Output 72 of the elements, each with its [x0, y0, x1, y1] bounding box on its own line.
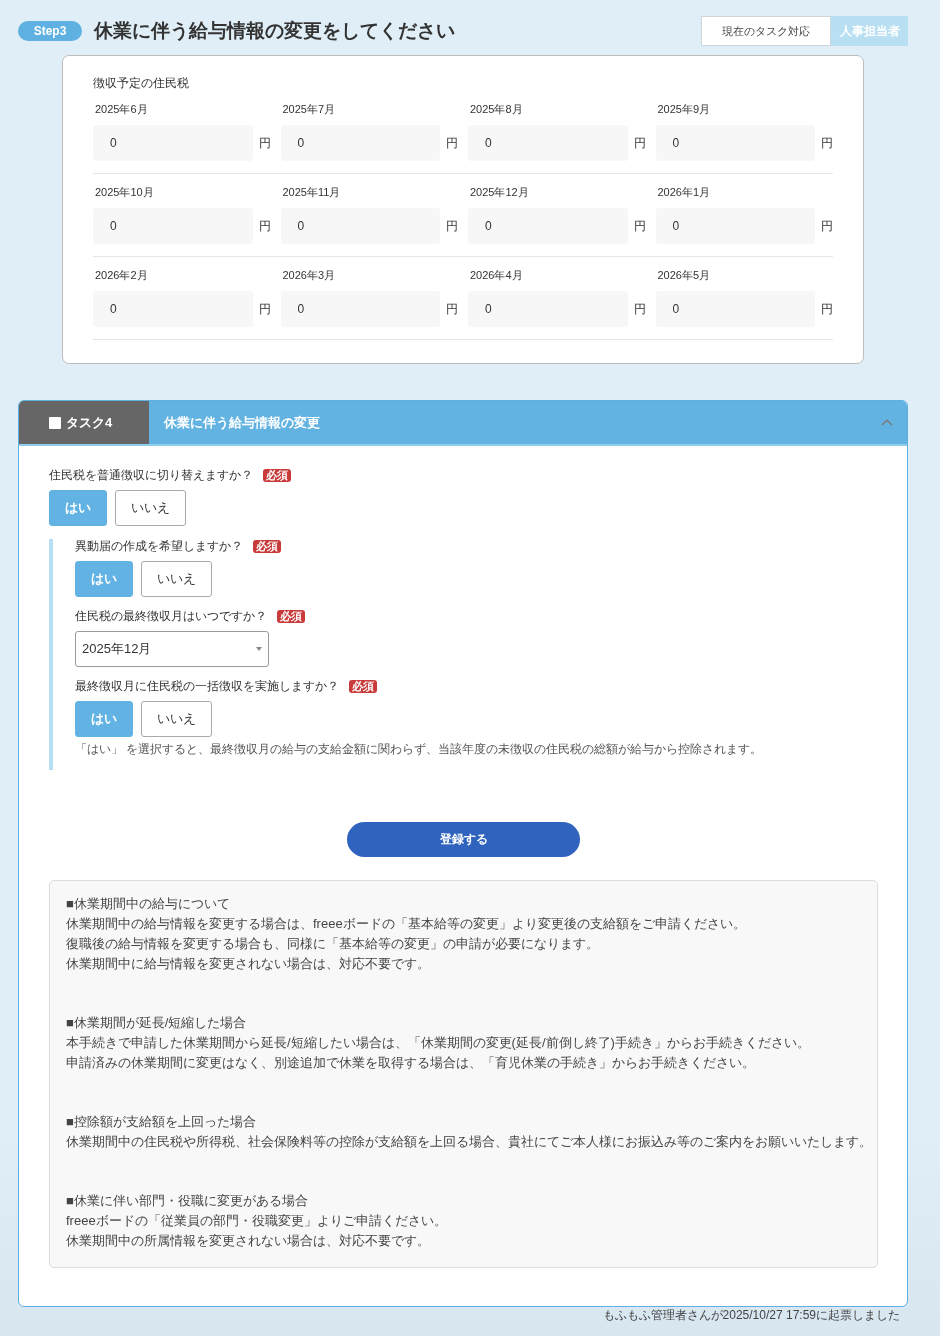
month-label: 2026年1月: [656, 185, 712, 199]
info-text: 休業期間中の所属情報を変更されない場合は、対応不要です。: [66, 1232, 431, 1250]
info-heading: ■休業期間中の給与について: [66, 895, 231, 913]
register-button[interactable]: 登録する: [347, 822, 580, 857]
info-heading: ■休業に伴い部門・役職に変更がある場合: [66, 1192, 309, 1210]
task-title: 休業に伴う給与情報の変更: [164, 413, 320, 432]
amount-field[interactable]: 0: [93, 125, 253, 161]
month-select[interactable]: 2025年12月: [75, 631, 269, 667]
amount-field[interactable]: 0: [655, 291, 815, 327]
month-label: 2025年10月: [94, 185, 155, 199]
yen-unit-label: 円: [633, 300, 646, 318]
checkbox[interactable]: [49, 416, 61, 429]
yen-unit-label: 円: [821, 134, 833, 152]
yen-unit-label: 円: [633, 134, 646, 152]
yen-unit-label: 円: [446, 300, 458, 318]
question-label: 住民税の最終徴収月はいつですか？: [75, 609, 267, 624]
required-badge: 必須: [253, 540, 281, 553]
yen-unit-label: 円: [258, 134, 271, 152]
info-heading: ■休業期間が延長/短縮した場合: [66, 1014, 248, 1032]
info-heading: ■控除額が支給額を上回った場合: [66, 1113, 257, 1131]
month-label: 2026年4月: [469, 268, 524, 282]
required-badge: 必須: [277, 610, 305, 623]
page-title: 休業に伴う給与情報の変更をしてください: [94, 19, 455, 43]
question-label: 最終徴収月に住民税の一括徴収を実施しますか？: [75, 679, 339, 694]
amount-field[interactable]: 0: [468, 125, 628, 161]
info-text: 本手続きで申請した休業期間から延長/短縮したい場合は、「休業期間の変更(延長/前倒し終了)手続き」からお手続きください。: [66, 1034, 811, 1052]
task-number-label: タスク4: [66, 413, 113, 432]
yen-unit-label: 円: [821, 300, 833, 318]
amount-field[interactable]: 0: [280, 125, 440, 161]
amount-field[interactable]: 0: [468, 291, 628, 327]
info-text: 申請済みの休業期間に変更はなく、別途追加で休業を取得する場合は、「育児休業の手続き」からお手続きください。: [66, 1054, 756, 1072]
yen-unit-label: 円: [633, 217, 646, 235]
month-label: 2026年3月: [281, 268, 337, 282]
month-label: 2025年9月: [656, 102, 712, 116]
info-text: 復職後の給与情報を変更する場合も、同様に「基本給等の変更」の申請が必要になります。: [66, 935, 600, 953]
info-text: 休業期間中の住民税や所得税、社会保険料等の控除が支給額を上回る場合、貴社にてご本人様にお振込み等のご案内をお願いいたします。: [66, 1133, 861, 1151]
step-badge: Step3: [18, 21, 82, 41]
question-label: 異動届の作成を希望しますか？: [75, 539, 243, 554]
option-button[interactable]: いいえ: [141, 561, 212, 597]
info-text: 休業期間中の給与情報を変更する場合は、freeeボードの「基本給等の変更」より変更後の支給額をご申請ください。: [66, 915, 747, 933]
yen-unit-label: 円: [258, 300, 271, 318]
month-label: 2025年8月: [469, 102, 524, 116]
assignee-tag: 人事担当者: [831, 16, 908, 46]
month-label: 2026年2月: [94, 268, 149, 282]
current-task-label: 現在のタスク対応: [701, 16, 831, 46]
amount-field[interactable]: 0: [655, 125, 815, 161]
month-label: 2025年6月: [94, 102, 149, 116]
month-label: 2025年12月: [469, 185, 530, 199]
info-text: 休業期間中に給与情報を変更されない場合は、対応不要です。: [66, 955, 431, 973]
caret-down-icon: [256, 647, 262, 651]
amount-field[interactable]: 0: [280, 291, 440, 327]
option-button[interactable]: いいえ: [115, 490, 186, 526]
yen-unit-label: 円: [258, 217, 271, 235]
amount-field[interactable]: 0: [93, 291, 253, 327]
month-label: 2026年5月: [656, 268, 712, 282]
amount-field[interactable]: 0: [468, 208, 628, 244]
info-text: freeeボードの「従業員の部門・役職変更」よりご申請ください。: [66, 1212, 448, 1230]
yen-unit-label: 円: [446, 217, 458, 235]
yen-unit-label: 円: [446, 134, 458, 152]
month-label: 2025年11月: [281, 185, 342, 199]
required-badge: 必須: [263, 469, 291, 482]
yen-unit-label: 円: [821, 217, 833, 235]
created-by-note: もふもふ管理者さんが2025/10/27 17:59に起票しました: [602, 1308, 900, 1322]
help-note: 「はい」 を選択すると、最終徴収月の給与の支給金額に関わらず、当該年度の未徴収の住民税の総額が給与から控除されます。: [75, 742, 764, 756]
section-title: 徴収予定の住民税: [93, 75, 190, 91]
option-button[interactable]: いいえ: [141, 701, 212, 737]
required-badge: 必須: [349, 680, 377, 693]
month-label: 2025年7月: [281, 102, 337, 116]
amount-field[interactable]: 0: [93, 208, 253, 244]
question-label: 住民税を普通徴収に切り替えますか？: [49, 468, 253, 483]
amount-field[interactable]: 0: [280, 208, 440, 244]
amount-field[interactable]: 0: [655, 208, 815, 244]
